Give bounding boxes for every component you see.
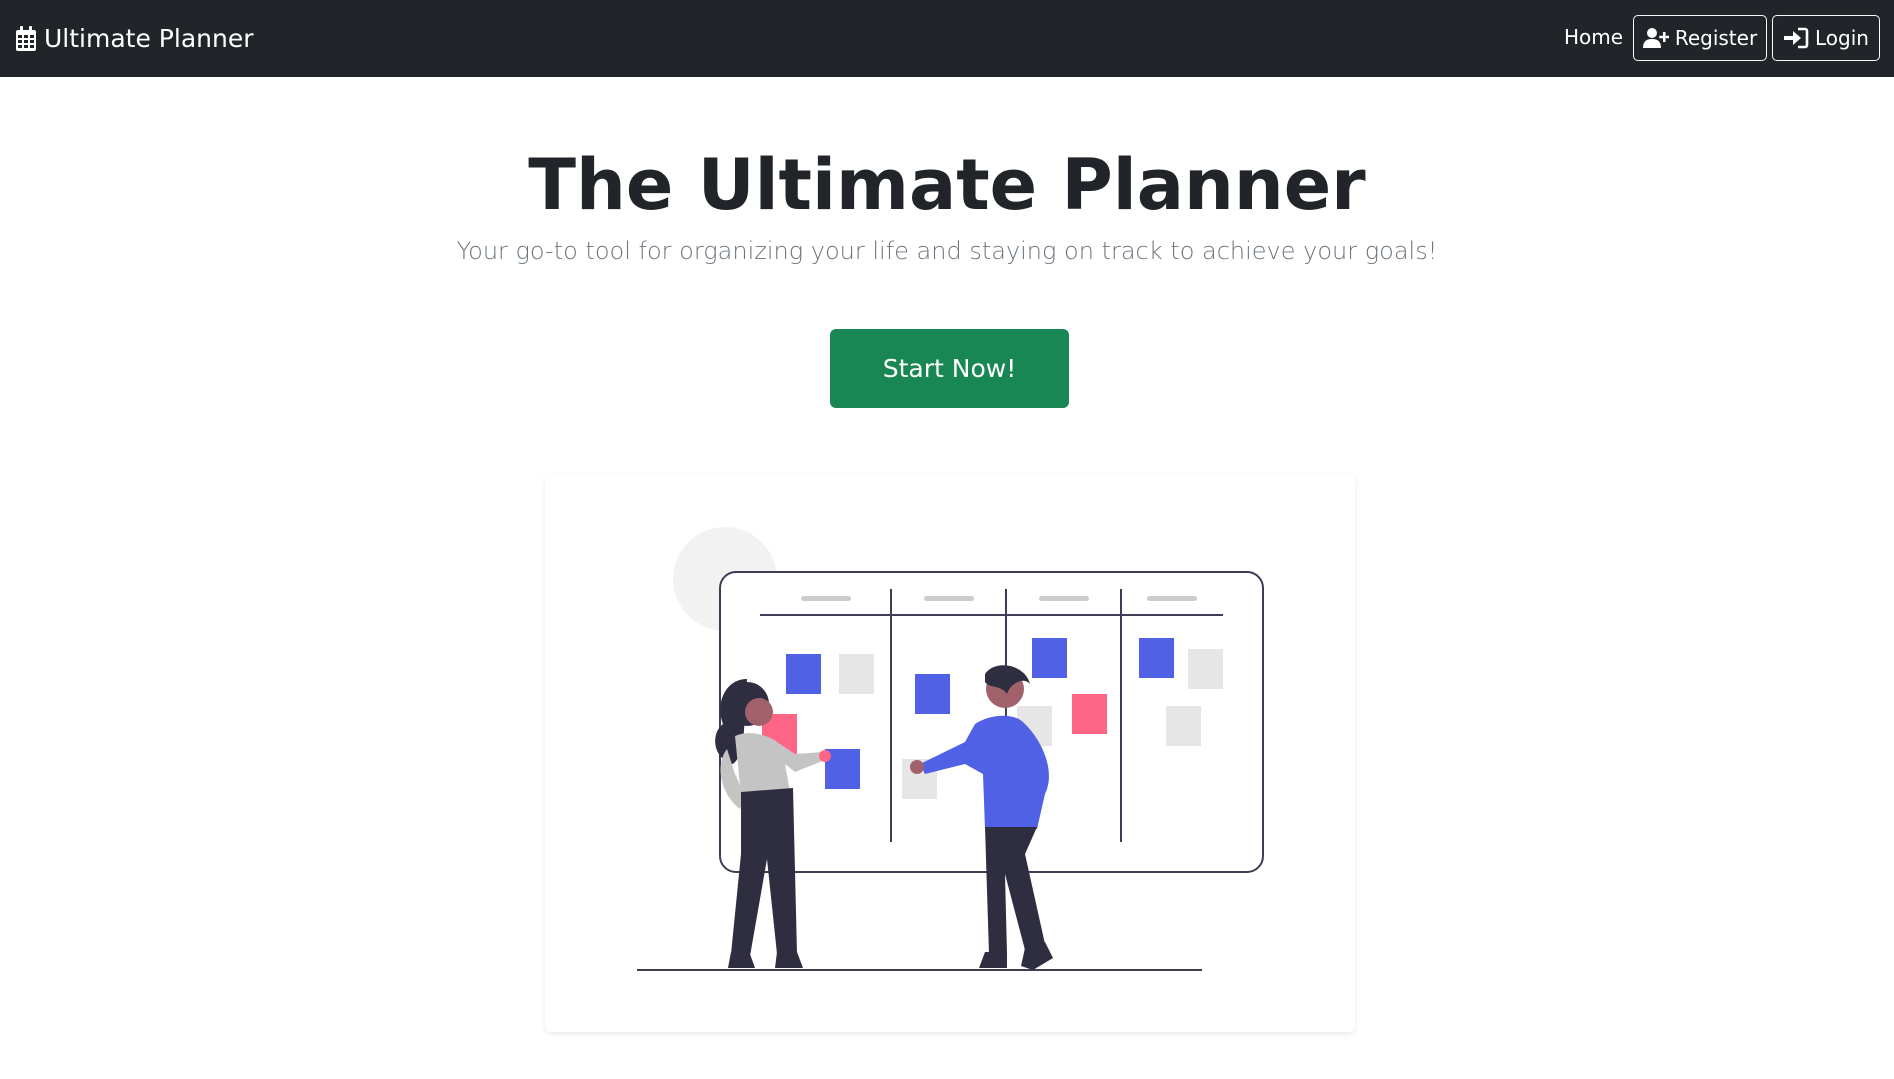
brand-link[interactable]: Ultimate Planner <box>15 24 254 54</box>
login-button[interactable]: Login <box>1772 15 1880 61</box>
start-now-button[interactable]: Start Now! <box>830 329 1069 408</box>
page-subtitle: Your go-to tool for organizing your life… <box>456 237 1438 265</box>
nav-home-link[interactable]: Home <box>1564 24 1623 50</box>
navbar: Ultimate Planner Home Register Login <box>0 0 1894 77</box>
calendar-icon <box>16 26 36 51</box>
illustration-card <box>545 474 1355 1032</box>
page-title: The Ultimate Planner <box>528 144 1366 226</box>
brand-label: Ultimate Planner <box>44 24 254 53</box>
register-button[interactable]: Register <box>1633 15 1767 61</box>
kanban-board-illustration <box>637 527 1264 971</box>
login-label: Login <box>1815 26 1869 50</box>
user-plus-icon <box>1642 28 1669 48</box>
register-label: Register <box>1674 26 1758 50</box>
sign-in-icon <box>1784 27 1809 49</box>
